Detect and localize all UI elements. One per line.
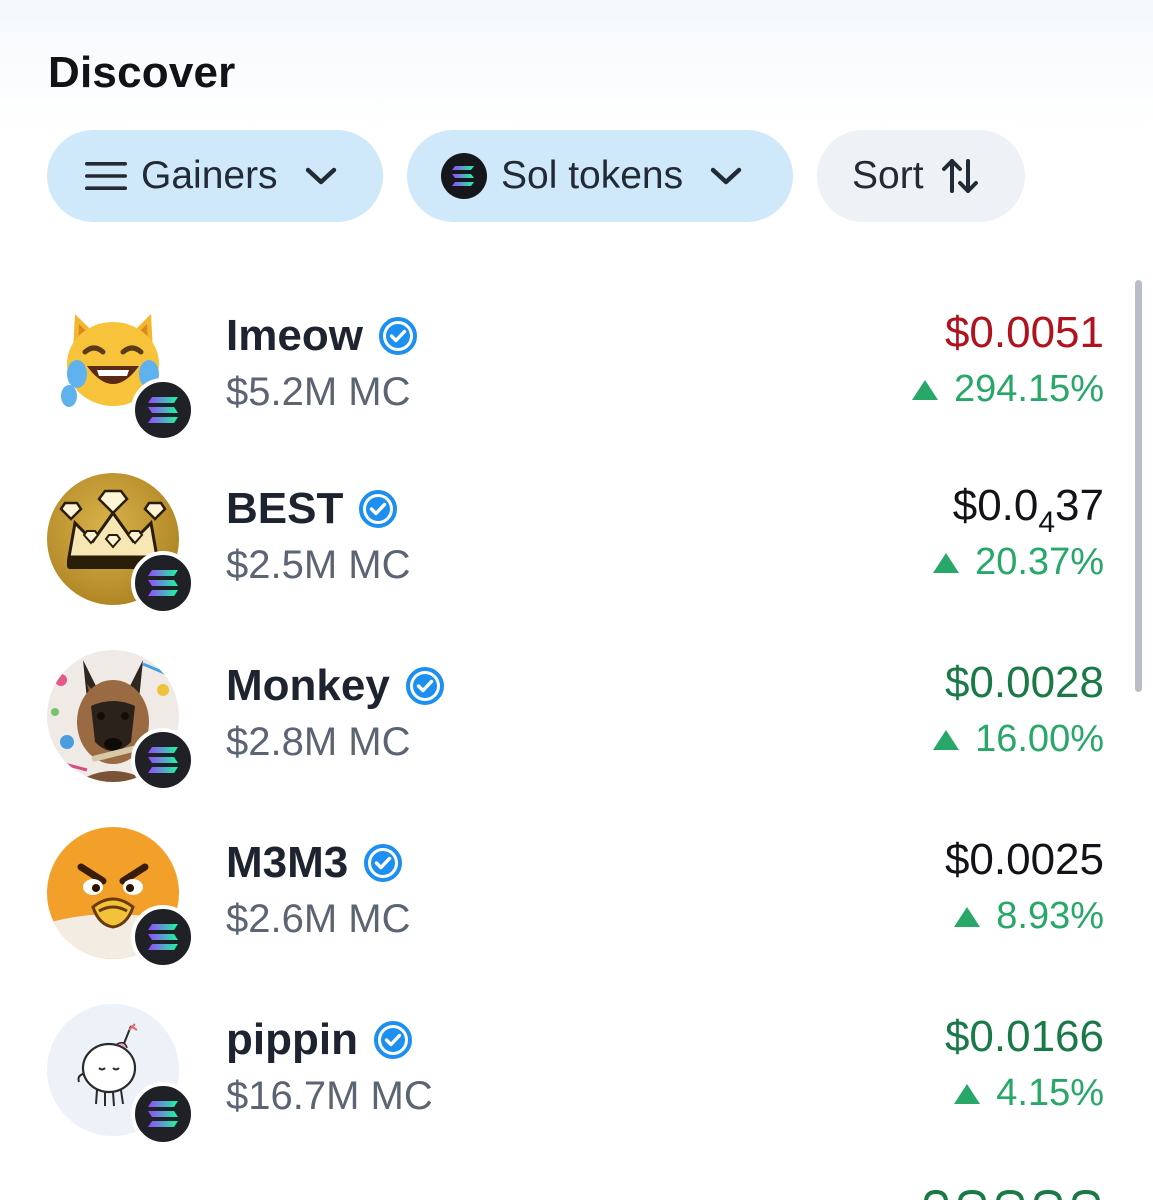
- price-suffix: 37: [1055, 481, 1104, 530]
- token-avatar: [47, 1004, 197, 1154]
- discover-screen: Discover Gainers Sol tokens Sort Imeow $…: [0, 0, 1153, 1200]
- triangle-up-icon: [911, 379, 938, 400]
- sort-arrows-icon: [941, 159, 978, 193]
- solana-icon: [131, 1082, 195, 1146]
- chain-filter-label: Sol tokens: [501, 154, 684, 197]
- market-cap: $2.6M MC: [226, 897, 411, 941]
- verified-badge-icon: [378, 317, 417, 355]
- token-price: $0.0166: [944, 1012, 1104, 1061]
- token-row-pippin[interactable]: pippin $16.7M MC $0.0166 4.15%: [0, 1004, 1153, 1164]
- verified-badge-icon: [364, 844, 403, 882]
- token-name: M3M3: [226, 838, 349, 887]
- price-change: 294.15%: [910, 368, 1104, 411]
- price-change: 16.00%: [931, 718, 1104, 761]
- next-row-price-partial: [920, 1188, 1110, 1200]
- gainers-filter-button[interactable]: Gainers: [47, 130, 383, 222]
- token-avatar: [47, 473, 197, 623]
- sort-button[interactable]: Sort: [817, 130, 1025, 222]
- sort-label: Sort: [852, 154, 924, 197]
- hamburger-icon: [85, 162, 127, 190]
- token-name: BEST: [226, 484, 344, 533]
- verified-badge-icon: [359, 490, 398, 528]
- price-change: 20.37%: [931, 541, 1104, 584]
- token-row-imeow[interactable]: Imeow $5.2M MC $0.0051 294.15%: [0, 300, 1153, 460]
- gainers-filter-label: Gainers: [141, 154, 278, 197]
- price-change-value: 8.93%: [996, 895, 1104, 937]
- price-change-value: 4.15%: [996, 1072, 1104, 1114]
- token-price: $0.0028: [944, 658, 1104, 707]
- price-change: 4.15%: [952, 1072, 1104, 1115]
- triangle-up-icon: [954, 906, 981, 927]
- triangle-up-icon: [933, 729, 960, 750]
- token-avatar: [47, 827, 197, 977]
- token-avatar: [47, 650, 197, 800]
- token-price: $0.0025: [944, 835, 1104, 884]
- price-change-value: 20.37%: [975, 541, 1104, 583]
- market-cap: $2.8M MC: [226, 720, 411, 764]
- token-name: Monkey: [226, 661, 390, 710]
- triangle-up-icon: [954, 1083, 981, 1104]
- solana-icon: [131, 728, 195, 792]
- triangle-up-icon: [933, 552, 960, 573]
- chevron-down-icon: [710, 167, 742, 185]
- price-change-value: 16.00%: [975, 718, 1104, 760]
- price-change: 8.93%: [952, 895, 1104, 938]
- market-cap: $5.2M MC: [226, 370, 411, 414]
- price-prefix: $0.0: [952, 481, 1039, 530]
- token-name: pippin: [226, 1015, 358, 1064]
- market-cap: $2.5M MC: [226, 543, 411, 587]
- token-row-m3m3[interactable]: M3M3 $2.6M MC $0.0025 8.93%: [0, 827, 1153, 987]
- solana-icon: [441, 153, 487, 199]
- token-row-best[interactable]: BEST $2.5M MC $0.0437 20.37%: [0, 473, 1153, 633]
- solana-icon: [131, 551, 195, 615]
- price-zero-count: 4: [1038, 506, 1056, 539]
- chevron-down-icon: [305, 167, 336, 185]
- verified-badge-icon: [373, 1021, 412, 1059]
- solana-icon: [131, 905, 195, 969]
- chain-filter-button[interactable]: Sol tokens: [407, 130, 793, 222]
- page-title: Discover: [48, 48, 236, 97]
- price-change-value: 294.15%: [953, 368, 1104, 410]
- token-price: $0.0437: [952, 481, 1104, 538]
- token-row-monkey[interactable]: Monkey $2.8M MC $0.0028 16.00%: [0, 650, 1153, 810]
- market-cap: $16.7M MC: [226, 1074, 433, 1118]
- token-price: $0.0051: [944, 308, 1104, 357]
- token-name: Imeow: [226, 311, 363, 360]
- verified-badge-icon: [405, 667, 444, 705]
- solana-icon: [131, 378, 195, 442]
- token-avatar: [47, 300, 197, 450]
